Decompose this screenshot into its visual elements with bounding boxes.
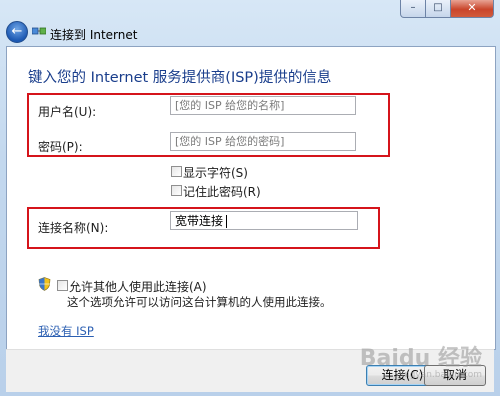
show-chars-checkbox[interactable] — [171, 166, 182, 177]
remember-password-label[interactable]: 记住此密码(R) — [183, 183, 261, 200]
connection-name-input[interactable]: 宽带连接 — [170, 211, 358, 230]
password-input[interactable]: [您的 ISP 给您的密码] — [170, 132, 356, 151]
uac-shield-icon — [38, 277, 51, 291]
remember-password-checkbox[interactable] — [171, 185, 182, 196]
allow-others-note: 这个选项允许可以访问这台计算机的人使用此连接。 — [67, 295, 332, 309]
text-caret — [226, 215, 228, 228]
title-bar: – □ ✕ ← 连接到 Internet — [0, 0, 500, 46]
allow-others-label[interactable]: 允许其他人使用此连接(A) — [69, 278, 207, 295]
allow-others-checkbox[interactable] — [57, 280, 68, 291]
back-arrow-icon[interactable]: ← — [6, 21, 28, 43]
page-heading: 键入您的 Internet 服务提供商(ISP)提供的信息 — [28, 70, 332, 86]
close-button[interactable]: ✕ — [451, 0, 494, 18]
password-label: 密码(P): — [38, 140, 83, 154]
baidu-watermark: Baidu 经验 jingyan.baidu.com — [360, 340, 482, 380]
show-chars-label[interactable]: 显示字符(S) — [183, 164, 248, 181]
username-input[interactable]: [您的 ISP 给您的名称] — [170, 96, 356, 115]
username-label: 用户名(U): — [38, 105, 97, 119]
window-title: 连接到 Internet — [50, 28, 138, 42]
caption-buttons: – □ ✕ — [400, 0, 494, 18]
minimize-button[interactable]: – — [400, 0, 426, 18]
no-isp-link[interactable]: 我没有 ISP — [38, 323, 94, 339]
connection-name-value: 宽带连接 — [175, 214, 224, 228]
watermark-sub: jingyan.baidu.com — [398, 370, 482, 380]
watermark-brand: Baidu 经验 — [359, 346, 482, 371]
maximize-button[interactable]: □ — [426, 0, 451, 18]
network-connection-icon — [32, 27, 46, 35]
connection-name-label: 连接名称(N): — [38, 221, 109, 235]
